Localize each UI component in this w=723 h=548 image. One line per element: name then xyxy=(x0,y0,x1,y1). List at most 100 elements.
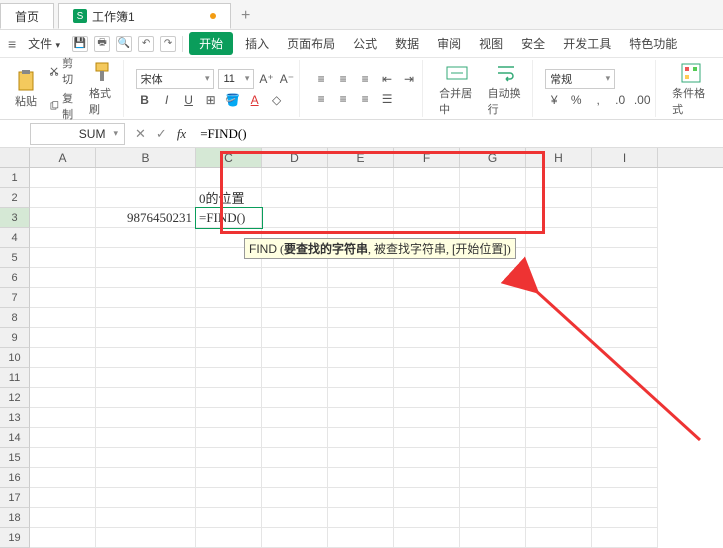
cell[interactable] xyxy=(30,348,96,368)
cell[interactable] xyxy=(526,468,592,488)
col-header[interactable]: A xyxy=(30,148,96,167)
cell[interactable] xyxy=(328,428,394,448)
cell[interactable] xyxy=(526,208,592,228)
cell[interactable] xyxy=(394,328,460,348)
print-icon[interactable]: 🖶 xyxy=(94,36,110,52)
cell[interactable] xyxy=(328,408,394,428)
col-header[interactable]: H xyxy=(526,148,592,167)
cell[interactable] xyxy=(96,288,196,308)
cell[interactable] xyxy=(592,488,658,508)
align-middle-icon[interactable]: ≡ xyxy=(334,70,352,88)
cell[interactable] xyxy=(30,268,96,288)
cancel-formula-icon[interactable]: ✕ xyxy=(135,126,146,142)
cell[interactable] xyxy=(394,488,460,508)
col-header[interactable]: F xyxy=(394,148,460,167)
cell[interactable] xyxy=(526,388,592,408)
cell[interactable] xyxy=(328,388,394,408)
cell[interactable] xyxy=(196,268,262,288)
cell[interactable] xyxy=(394,388,460,408)
cell[interactable] xyxy=(262,268,328,288)
cell[interactable] xyxy=(262,188,328,208)
font-family-select[interactable]: 宋体▾ xyxy=(136,69,215,89)
cell[interactable] xyxy=(526,408,592,428)
cell[interactable] xyxy=(592,248,658,268)
border-icon[interactable]: ⊞ xyxy=(202,91,220,109)
cell[interactable] xyxy=(394,508,460,528)
cell[interactable] xyxy=(394,528,460,548)
cell[interactable] xyxy=(460,388,526,408)
cell[interactable] xyxy=(526,228,592,248)
cell[interactable] xyxy=(592,328,658,348)
cell[interactable] xyxy=(526,188,592,208)
active-cell[interactable]: =FIND() xyxy=(196,208,262,228)
cell[interactable] xyxy=(196,488,262,508)
font-size-select[interactable]: 11▾ xyxy=(218,69,254,89)
cell[interactable] xyxy=(96,248,196,268)
menu-data[interactable]: 数据 xyxy=(389,32,425,55)
cell[interactable] xyxy=(460,408,526,428)
row-header[interactable]: 8 xyxy=(0,308,30,328)
cell[interactable] xyxy=(96,368,196,388)
cell[interactable] xyxy=(196,408,262,428)
cell[interactable] xyxy=(526,448,592,468)
cell[interactable] xyxy=(96,528,196,548)
spreadsheet-grid[interactable]: A B C D E F G H I // rows generated belo… xyxy=(0,148,723,548)
cell[interactable] xyxy=(592,468,658,488)
cell[interactable] xyxy=(262,508,328,528)
cell[interactable] xyxy=(460,308,526,328)
new-tab-button[interactable]: + xyxy=(231,3,261,29)
percent-icon[interactable]: % xyxy=(567,91,585,109)
col-header[interactable]: E xyxy=(328,148,394,167)
wrap-text-button[interactable]: 自动换行 xyxy=(484,59,529,119)
indent-inc-icon[interactable]: ⇥ xyxy=(400,70,418,88)
align-left-icon[interactable]: ≡ xyxy=(312,90,330,108)
cell[interactable] xyxy=(328,288,394,308)
cell[interactable] xyxy=(262,348,328,368)
cell[interactable]: 9876450231 xyxy=(96,208,196,228)
cell[interactable] xyxy=(460,448,526,468)
align-bottom-icon[interactable]: ≡ xyxy=(356,70,374,88)
row-header[interactable]: 3 xyxy=(0,208,30,228)
file-menu[interactable]: 文件 ▾ xyxy=(22,32,66,55)
cell[interactable] xyxy=(526,328,592,348)
cell[interactable] xyxy=(328,368,394,388)
cell[interactable] xyxy=(526,308,592,328)
cell[interactable] xyxy=(262,528,328,548)
decrease-font-icon[interactable]: A⁻ xyxy=(279,70,295,88)
cell[interactable] xyxy=(592,388,658,408)
cell[interactable] xyxy=(592,208,658,228)
cell[interactable] xyxy=(394,168,460,188)
cell[interactable] xyxy=(262,168,328,188)
cell[interactable] xyxy=(30,408,96,428)
cell[interactable] xyxy=(328,188,394,208)
col-header[interactable]: I xyxy=(592,148,658,167)
cell[interactable] xyxy=(526,508,592,528)
cell[interactable] xyxy=(30,168,96,188)
menu-dev[interactable]: 开发工具 xyxy=(557,32,617,55)
cell[interactable] xyxy=(394,188,460,208)
cell[interactable] xyxy=(30,488,96,508)
cut-button[interactable]: 剪切 xyxy=(46,54,81,88)
menu-insert[interactable]: 插入 xyxy=(239,32,275,55)
cell[interactable] xyxy=(394,368,460,388)
col-header[interactable]: G xyxy=(460,148,526,167)
cell[interactable] xyxy=(394,288,460,308)
cell[interactable] xyxy=(592,508,658,528)
font-color-icon[interactable]: A xyxy=(246,91,264,109)
cell[interactable] xyxy=(394,268,460,288)
cell[interactable] xyxy=(262,428,328,448)
cell[interactable] xyxy=(196,168,262,188)
fill-color-icon[interactable]: 🪣 xyxy=(224,91,242,109)
row-header[interactable]: 18 xyxy=(0,508,30,528)
cell[interactable] xyxy=(460,328,526,348)
cell[interactable] xyxy=(592,428,658,448)
cell[interactable] xyxy=(196,388,262,408)
row-header[interactable]: 2 xyxy=(0,188,30,208)
cell[interactable] xyxy=(394,448,460,468)
cell[interactable] xyxy=(592,308,658,328)
cell[interactable] xyxy=(96,268,196,288)
cell[interactable] xyxy=(592,168,658,188)
cell[interactable] xyxy=(460,468,526,488)
cell[interactable] xyxy=(30,248,96,268)
cell[interactable] xyxy=(96,428,196,448)
